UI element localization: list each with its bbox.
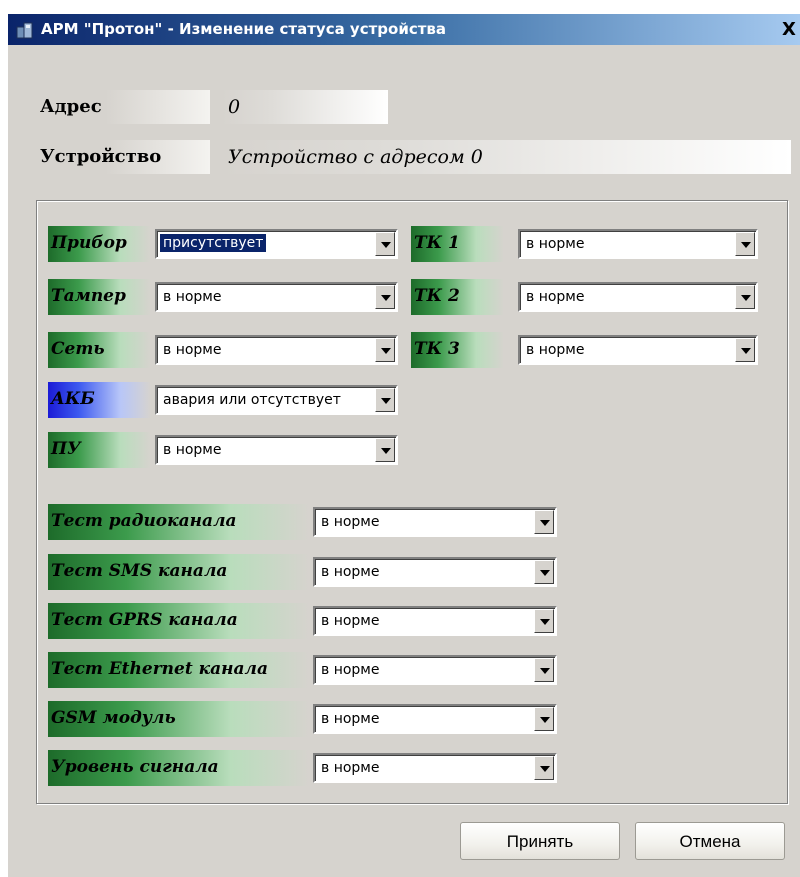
cancel-button[interactable]: Отмена [635,822,785,860]
test-label-1: Тест SMS канала [48,554,309,590]
chevron-down-icon[interactable] [534,609,554,633]
test-label-0: Тест радиоканала [48,504,309,540]
status-select-value-1: в норме [163,289,222,305]
status-select-value-4: в норме [163,442,222,458]
chevron-down-icon[interactable] [375,338,395,362]
chevron-down-icon[interactable] [534,756,554,780]
chevron-down-icon[interactable] [375,438,395,462]
status-select-value-3: авария или отсутствует [163,392,341,408]
tk-label-1: ТК 2 [411,279,504,315]
chevron-down-icon[interactable] [735,338,755,362]
test-label-4: GSM модуль [48,701,309,737]
chevron-down-icon[interactable] [375,285,395,309]
status-select-1[interactable]: в норме [155,282,398,312]
status-select-3[interactable]: авария или отсутствует [155,385,398,415]
test-select-1[interactable]: в норме [313,557,557,587]
test-label-2: Тест GPRS канала [48,603,309,639]
device-value: Устройство с адресом 0 [222,140,791,174]
test-select-value-2: в норме [321,613,380,629]
status-select-0[interactable]: присутствует [155,229,398,259]
device-label: Устройство [36,140,210,174]
test-label-3: Тест Ethernet канала [48,652,309,688]
tk-select-value-2: в норме [526,342,585,358]
test-select-value-3: в норме [321,662,380,678]
tk-label-2: ТК 3 [411,332,504,368]
tk-label-0: ТК 1 [411,226,504,262]
test-select-2[interactable]: в норме [313,606,557,636]
tk-select-value-1: в норме [526,289,585,305]
test-select-0[interactable]: в норме [313,507,557,537]
address-label: Адрес [36,90,210,124]
chevron-down-icon[interactable] [534,560,554,584]
test-select-value-4: в норме [321,711,380,727]
chevron-down-icon[interactable] [375,232,395,256]
chevron-down-icon[interactable] [534,510,554,534]
dialog-window: АРМ "Протон" - Изменение статуса устройс… [8,14,800,877]
status-label-4: ПУ [48,432,151,468]
tk-select-0[interactable]: в норме [518,229,758,259]
chevron-down-icon[interactable] [735,232,755,256]
tk-select-2[interactable]: в норме [518,335,758,365]
address-value: 0 [222,90,388,124]
test-label-5: Уровень сигнала [48,750,309,786]
status-label-1: Тампер [48,279,151,315]
test-select-value-1: в норме [321,564,380,580]
title-bar[interactable]: АРМ "Протон" - Изменение статуса устройс… [8,14,800,45]
accept-button[interactable]: Принять [460,822,620,860]
chevron-down-icon[interactable] [735,285,755,309]
chevron-down-icon[interactable] [375,388,395,412]
status-select-2[interactable]: в норме [155,335,398,365]
test-select-3[interactable]: в норме [313,655,557,685]
chevron-down-icon[interactable] [534,658,554,682]
tk-select-value-0: в норме [526,236,585,252]
status-select-4[interactable]: в норме [155,435,398,465]
tk-select-1[interactable]: в норме [518,282,758,312]
test-select-value-5: в норме [321,760,380,776]
app-device-icon [16,22,33,39]
test-select-4[interactable]: в норме [313,704,557,734]
status-select-value-2: в норме [163,342,222,358]
test-select-5[interactable]: в норме [313,753,557,783]
window-title: АРМ "Протон" - Изменение статуса устройс… [41,20,447,38]
test-select-value-0: в норме [321,514,380,530]
status-label-0: Прибор [48,226,151,262]
chevron-down-icon[interactable] [534,707,554,731]
status-label-2: Сеть [48,332,151,368]
status-select-value-0: присутствует [160,234,267,252]
close-button[interactable]: X [778,20,800,40]
status-label-3: АКБ [48,382,151,418]
